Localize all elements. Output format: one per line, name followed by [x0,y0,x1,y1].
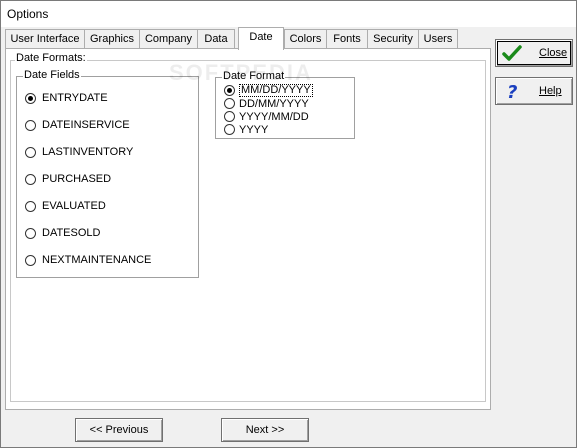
date-format-ddmmyyyy[interactable]: DD/MM/YYYY [224,97,309,110]
radio-button[interactable] [224,111,235,122]
date-tab-panel: Date Formats: Date Fields ENTRYDATE DATE… [5,48,491,410]
previous-button-label: << Previous [89,424,149,436]
svg-text:?: ? [507,82,517,101]
tab-colors[interactable]: Colors [284,29,327,49]
previous-button[interactable]: << Previous [75,418,163,442]
date-fields-group: Date Fields ENTRYDATE DATEINSERVICE LAST… [16,69,199,278]
date-format-group: Date Format MM/DD/YYYY DD/MM/YYYY YYYY/M… [215,70,355,139]
date-format-mmddyyyy[interactable]: MM/DD/YYYY [224,84,313,97]
radio-button[interactable] [224,98,235,109]
tab-company[interactable]: Company [139,29,198,49]
tab-user-interface[interactable]: User Interface [5,29,85,49]
date-field-purchased[interactable]: PURCHASED [25,172,111,186]
options-window: Options User Interface Graphics Company … [0,0,577,448]
radio-button[interactable] [25,119,36,131]
radio-button[interactable] [25,146,36,158]
date-field-evaluated[interactable]: EVALUATED [25,199,106,213]
next-button[interactable]: Next >> [221,418,309,442]
radio-button[interactable] [25,173,36,185]
tab-graphics[interactable]: Graphics [84,29,140,49]
close-button[interactable]: Close [495,39,573,67]
help-button-label: Help [539,85,562,97]
date-field-entrydate[interactable]: ENTRYDATE [25,91,108,105]
title-bar[interactable]: Options [1,1,576,27]
tab-users[interactable]: Users [418,29,458,49]
next-button-label: Next >> [245,424,285,436]
tab-security[interactable]: Security [367,29,419,49]
date-formats-group: Date Formats: Date Fields ENTRYDATE DATE… [10,52,486,402]
help-button[interactable]: ? Help [495,77,573,105]
radio-button[interactable] [25,254,36,266]
date-format-yyyy[interactable]: YYYY [224,123,268,136]
date-field-datesold[interactable]: DATESOLD [25,226,100,240]
radio-button[interactable] [25,92,36,104]
date-fields-label: Date Fields [23,69,81,81]
radio-button[interactable] [224,85,235,96]
radio-button[interactable] [25,227,36,239]
date-formats-title: Date Formats: [15,52,87,64]
question-mark-icon: ? [501,81,523,101]
date-format-yyyymmdd[interactable]: YYYY/MM/DD [224,110,309,123]
radio-button[interactable] [25,200,36,212]
date-field-lastinventory[interactable]: LASTINVENTORY [25,145,133,159]
tab-data[interactable]: Data [197,29,235,49]
radio-button[interactable] [224,124,235,135]
date-format-label: Date Format [222,70,286,82]
close-button-label: Close [539,47,568,59]
checkmark-icon [501,43,523,63]
window-title: Options [7,7,49,21]
date-field-dateinservice[interactable]: DATEINSERVICE [25,118,130,132]
tab-date[interactable]: Date [238,27,284,50]
date-field-nextmaintenance[interactable]: NEXTMAINTENANCE [25,253,151,267]
tab-fonts[interactable]: Fonts [326,29,368,49]
